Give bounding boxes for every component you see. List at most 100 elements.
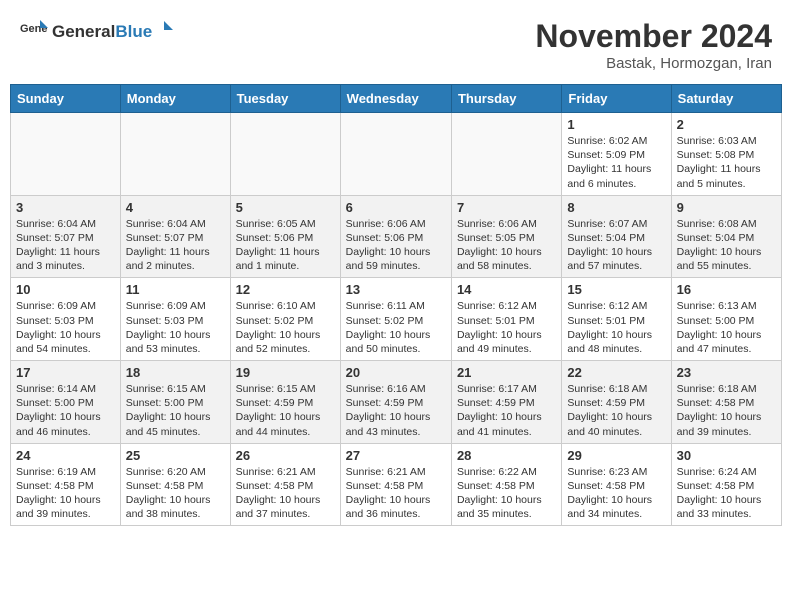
day-number: 26 xyxy=(236,448,335,463)
day-number: 9 xyxy=(677,200,776,215)
calendar-cell: 23 Sunrise: 6:18 AM Sunset: 4:58 PM Dayli… xyxy=(671,361,781,444)
calendar-cell: 28 Sunrise: 6:22 AM Sunset: 4:58 PM Dayli… xyxy=(451,443,561,526)
day-info: Sunrise: 6:09 AM Sunset: 5:03 PM Dayligh… xyxy=(16,299,115,356)
day-number: 13 xyxy=(346,282,446,297)
day-info: Sunrise: 6:12 AM Sunset: 5:01 PM Dayligh… xyxy=(457,299,556,356)
day-number: 14 xyxy=(457,282,556,297)
logo-blue: Blue xyxy=(115,22,152,42)
day-number: 4 xyxy=(126,200,225,215)
day-number: 2 xyxy=(677,117,776,132)
day-info: Sunrise: 6:15 AM Sunset: 5:00 PM Dayligh… xyxy=(126,382,225,439)
calendar-cell xyxy=(230,113,340,196)
calendar-week-row: 24Sunrise: 6:19 AM Sunset: 4:58 PM Dayli… xyxy=(11,443,782,526)
day-info: Sunrise: 6:17 AM Sunset: 4:59 PM Dayligh… xyxy=(457,382,556,439)
day-info: Sunrise: 6:10 AM Sunset: 5:02 PM Dayligh… xyxy=(236,299,335,356)
calendar-week-row: 1 Sunrise: 6:02 AM Sunset: 5:09 PM Daylig… xyxy=(11,113,782,196)
day-number: 5 xyxy=(236,200,335,215)
day-number: 17 xyxy=(16,365,115,380)
day-info: Sunrise: 6:16 AM Sunset: 4:59 PM Dayligh… xyxy=(346,382,446,439)
calendar-cell: 1 Sunrise: 6:02 AM Sunset: 5:09 PM Daylig… xyxy=(562,113,671,196)
day-info: Sunrise: 6:13 AM Sunset: 5:00 PM Dayligh… xyxy=(677,299,776,356)
weekday-header-thursday: Thursday xyxy=(451,85,561,113)
calendar-cell: 20 Sunrise: 6:16 AM Sunset: 4:59 PM Dayli… xyxy=(340,361,451,444)
day-info: Sunrise: 6:09 AM Sunset: 5:03 PM Dayligh… xyxy=(126,299,225,356)
page-header: General GeneralBlue November 2024 Bastak… xyxy=(10,10,782,84)
calendar-table: SundayMondayTuesdayWednesdayThursdayFrid… xyxy=(10,84,782,526)
calendar-week-row: 3 Sunrise: 6:04 AM Sunset: 5:07 PM Daylig… xyxy=(11,195,782,278)
calendar-week-row: 17 Sunrise: 6:14 AM Sunset: 5:00 PM Dayli… xyxy=(11,361,782,444)
calendar-cell: 19 Sunrise: 6:15 AM Sunset: 4:59 PM Dayli… xyxy=(230,361,340,444)
day-info: Sunrise: 6:07 AM Sunset: 5:04 PM Dayligh… xyxy=(567,217,665,274)
day-number: 25 xyxy=(126,448,225,463)
day-number: 23 xyxy=(677,365,776,380)
day-info: Sunrise: 6:15 AM Sunset: 4:59 PM Dayligh… xyxy=(236,382,335,439)
day-number: 16 xyxy=(677,282,776,297)
day-info: Sunrise: 6:04 AM Sunset: 5:07 PM Dayligh… xyxy=(16,217,115,274)
day-info: Sunrise: 6:18 AM Sunset: 4:58 PM Dayligh… xyxy=(677,382,776,439)
calendar-cell: 30Sunrise: 6:24 AM Sunset: 4:58 PM Dayli… xyxy=(671,443,781,526)
calendar-cell: 11 Sunrise: 6:09 AM Sunset: 5:03 PM Dayli… xyxy=(120,278,230,361)
calendar-cell: 8 Sunrise: 6:07 AM Sunset: 5:04 PM Daylig… xyxy=(562,195,671,278)
day-info: Sunrise: 6:05 AM Sunset: 5:06 PM Dayligh… xyxy=(236,217,335,274)
calendar-cell: 15 Sunrise: 6:12 AM Sunset: 5:01 PM Dayli… xyxy=(562,278,671,361)
day-info: Sunrise: 6:24 AM Sunset: 4:58 PM Dayligh… xyxy=(677,465,776,522)
calendar-cell xyxy=(11,113,121,196)
day-number: 10 xyxy=(16,282,115,297)
calendar-cell: 2 Sunrise: 6:03 AM Sunset: 5:08 PM Daylig… xyxy=(671,113,781,196)
title-block: November 2024 Bastak, Hormozgan, Iran xyxy=(535,18,772,72)
day-number: 11 xyxy=(126,282,225,297)
day-info: Sunrise: 6:04 AM Sunset: 5:07 PM Dayligh… xyxy=(126,217,225,274)
weekday-header-saturday: Saturday xyxy=(671,85,781,113)
calendar-week-row: 10 Sunrise: 6:09 AM Sunset: 5:03 PM Dayli… xyxy=(11,278,782,361)
day-info: Sunrise: 6:03 AM Sunset: 5:08 PM Dayligh… xyxy=(677,134,776,191)
day-info: Sunrise: 6:20 AM Sunset: 4:58 PM Dayligh… xyxy=(126,465,225,522)
day-number: 3 xyxy=(16,200,115,215)
day-number: 28 xyxy=(457,448,556,463)
calendar-cell: 10 Sunrise: 6:09 AM Sunset: 5:03 PM Dayli… xyxy=(11,278,121,361)
calendar-cell: 21Sunrise: 6:17 AM Sunset: 4:59 PM Dayli… xyxy=(451,361,561,444)
calendar-cell: 9 Sunrise: 6:08 AM Sunset: 5:04 PM Daylig… xyxy=(671,195,781,278)
calendar-cell: 18 Sunrise: 6:15 AM Sunset: 5:00 PM Dayli… xyxy=(120,361,230,444)
day-number: 15 xyxy=(567,282,665,297)
day-number: 1 xyxy=(567,117,665,132)
day-number: 6 xyxy=(346,200,446,215)
calendar-cell xyxy=(340,113,451,196)
calendar-cell: 17 Sunrise: 6:14 AM Sunset: 5:00 PM Dayli… xyxy=(11,361,121,444)
calendar-cell: 7 Sunrise: 6:06 AM Sunset: 5:05 PM Daylig… xyxy=(451,195,561,278)
month-year-title: November 2024 xyxy=(535,18,772,55)
day-number: 22 xyxy=(567,365,665,380)
calendar-cell: 12Sunrise: 6:10 AM Sunset: 5:02 PM Dayli… xyxy=(230,278,340,361)
day-number: 7 xyxy=(457,200,556,215)
calendar-cell: 13 Sunrise: 6:11 AM Sunset: 5:02 PM Dayli… xyxy=(340,278,451,361)
day-info: Sunrise: 6:22 AM Sunset: 4:58 PM Dayligh… xyxy=(457,465,556,522)
day-number: 29 xyxy=(567,448,665,463)
calendar-cell: 27Sunrise: 6:21 AM Sunset: 4:58 PM Dayli… xyxy=(340,443,451,526)
calendar-cell: 4 Sunrise: 6:04 AM Sunset: 5:07 PM Daylig… xyxy=(120,195,230,278)
weekday-header-wednesday: Wednesday xyxy=(340,85,451,113)
day-number: 24 xyxy=(16,448,115,463)
day-number: 27 xyxy=(346,448,446,463)
calendar-cell xyxy=(451,113,561,196)
day-info: Sunrise: 6:21 AM Sunset: 4:58 PM Dayligh… xyxy=(236,465,335,522)
day-info: Sunrise: 6:02 AM Sunset: 5:09 PM Dayligh… xyxy=(567,134,665,191)
weekday-header-tuesday: Tuesday xyxy=(230,85,340,113)
calendar-cell: 6 Sunrise: 6:06 AM Sunset: 5:06 PM Daylig… xyxy=(340,195,451,278)
calendar-cell: 3 Sunrise: 6:04 AM Sunset: 5:07 PM Daylig… xyxy=(11,195,121,278)
day-number: 19 xyxy=(236,365,335,380)
day-info: Sunrise: 6:14 AM Sunset: 5:00 PM Dayligh… xyxy=(16,382,115,439)
day-info: Sunrise: 6:06 AM Sunset: 5:06 PM Dayligh… xyxy=(346,217,446,274)
calendar-cell: 25 Sunrise: 6:20 AM Sunset: 4:58 PM Dayli… xyxy=(120,443,230,526)
calendar-header-row: SundayMondayTuesdayWednesdayThursdayFrid… xyxy=(11,85,782,113)
day-info: Sunrise: 6:18 AM Sunset: 4:59 PM Dayligh… xyxy=(567,382,665,439)
day-number: 8 xyxy=(567,200,665,215)
logo-icon: General xyxy=(20,18,48,42)
logo: General GeneralBlue xyxy=(20,18,173,42)
day-info: Sunrise: 6:08 AM Sunset: 5:04 PM Dayligh… xyxy=(677,217,776,274)
day-number: 20 xyxy=(346,365,446,380)
day-info: Sunrise: 6:12 AM Sunset: 5:01 PM Dayligh… xyxy=(567,299,665,356)
calendar-cell: 14 Sunrise: 6:12 AM Sunset: 5:01 PM Dayli… xyxy=(451,278,561,361)
weekday-header-sunday: Sunday xyxy=(11,85,121,113)
day-info: Sunrise: 6:06 AM Sunset: 5:05 PM Dayligh… xyxy=(457,217,556,274)
day-info: Sunrise: 6:11 AM Sunset: 5:02 PM Dayligh… xyxy=(346,299,446,356)
day-number: 18 xyxy=(126,365,225,380)
